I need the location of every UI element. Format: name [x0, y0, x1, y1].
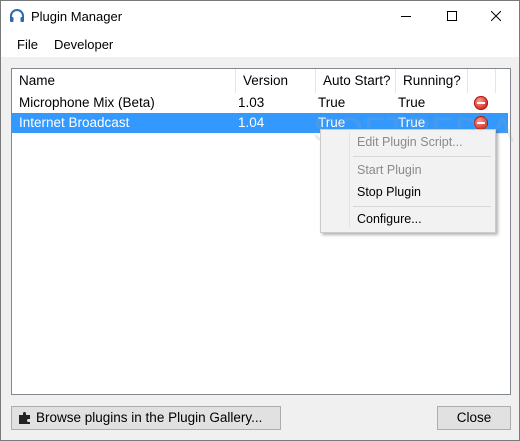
close-window-button[interactable]	[473, 1, 519, 31]
column-header-remove[interactable]	[468, 69, 496, 93]
close-button-label: Close	[456, 410, 492, 425]
column-header-auto-start[interactable]: Auto Start?	[316, 69, 396, 93]
minimize-button[interactable]	[383, 1, 429, 31]
column-header-running[interactable]: Running?	[396, 69, 468, 93]
table-row[interactable]: Microphone Mix (Beta) 1.03 True True	[12, 93, 508, 113]
menu-item-stop-plugin[interactable]: Stop Plugin	[357, 185, 421, 199]
context-menu-gutter	[349, 132, 350, 228]
plugin-manager-window: Plugin Manager File Developer Name Versi…	[0, 0, 520, 441]
browse-plugins-label: Browse plugins in the Plugin Gallery...	[36, 410, 263, 425]
minimize-icon	[401, 16, 411, 17]
window-title: Plugin Manager	[31, 9, 123, 24]
menu-item-configure[interactable]: Configure...	[357, 212, 422, 226]
browse-plugins-button[interactable]: Browse plugins in the Plugin Gallery...	[11, 406, 281, 430]
context-menu: Edit Plugin Script... Start Plugin Stop …	[320, 129, 496, 233]
remove-icon[interactable]	[474, 96, 488, 110]
menu-separator	[353, 156, 491, 157]
plugin-name: Microphone Mix (Beta)	[19, 95, 155, 110]
title-bar[interactable]: Plugin Manager	[1, 1, 519, 31]
maximize-button[interactable]	[429, 1, 475, 31]
plugin-running: True	[398, 95, 426, 110]
menu-bar: File Developer	[1, 31, 519, 57]
menu-item-edit-plugin-script[interactable]: Edit Plugin Script...	[357, 135, 463, 149]
plugin-version: 1.03	[238, 95, 265, 110]
plugin-version: 1.04	[238, 115, 265, 130]
menu-item-start-plugin[interactable]: Start Plugin	[357, 163, 422, 177]
puzzle-icon	[19, 412, 30, 424]
menu-separator	[353, 206, 491, 207]
plugin-auto-start: True	[318, 95, 346, 110]
column-header-name[interactable]: Name	[12, 69, 236, 93]
close-icon	[491, 11, 501, 21]
close-button[interactable]: Close	[437, 406, 511, 430]
headset-icon	[10, 9, 24, 22]
column-header-version[interactable]: Version	[236, 69, 316, 93]
menu-file[interactable]: File	[17, 37, 38, 52]
plugin-name: Internet Broadcast	[19, 115, 130, 130]
maximize-icon	[447, 11, 457, 21]
menu-developer[interactable]: Developer	[54, 37, 113, 52]
